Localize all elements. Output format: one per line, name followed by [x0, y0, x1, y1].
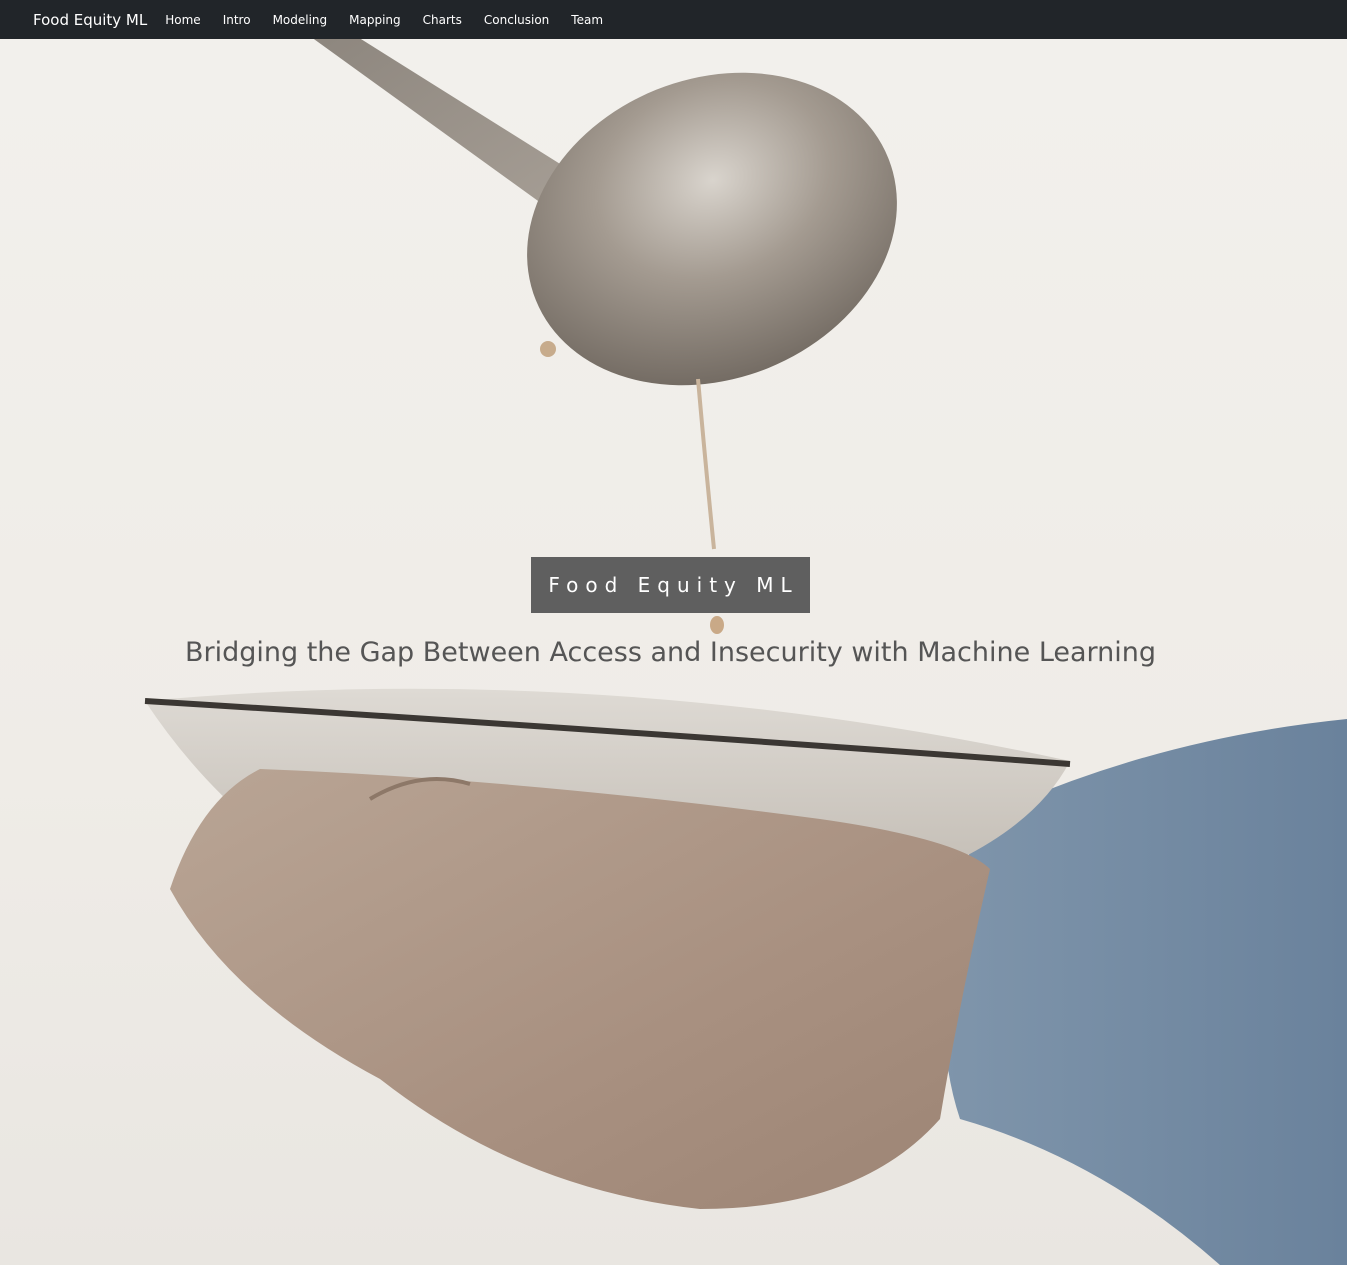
- nav-item-team[interactable]: Team: [571, 13, 603, 27]
- hero-title-badge: Food Equity ML: [531, 557, 810, 613]
- ladle-bowl: [527, 72, 897, 386]
- soup-drip: [696, 378, 716, 550]
- hero-subtitle: Bridging the Gap Between Access and Inse…: [184, 637, 1157, 668]
- top-navbar: Food Equity ML Home Intro Modeling Mappi…: [0, 0, 1347, 39]
- nav-item-conclusion[interactable]: Conclusion: [484, 13, 549, 27]
- nav-item-mapping[interactable]: Mapping: [349, 13, 401, 27]
- navbar-brand[interactable]: Food Equity ML: [33, 11, 147, 29]
- hero-section: Food Equity ML Bridging the Gap Between …: [0, 39, 1347, 1265]
- cupped-hands: [170, 769, 990, 1209]
- nav-item-modeling[interactable]: Modeling: [273, 13, 328, 27]
- nav-item-intro[interactable]: Intro: [223, 13, 251, 27]
- nav-item-charts[interactable]: Charts: [423, 13, 462, 27]
- nav-item-home[interactable]: Home: [165, 13, 200, 27]
